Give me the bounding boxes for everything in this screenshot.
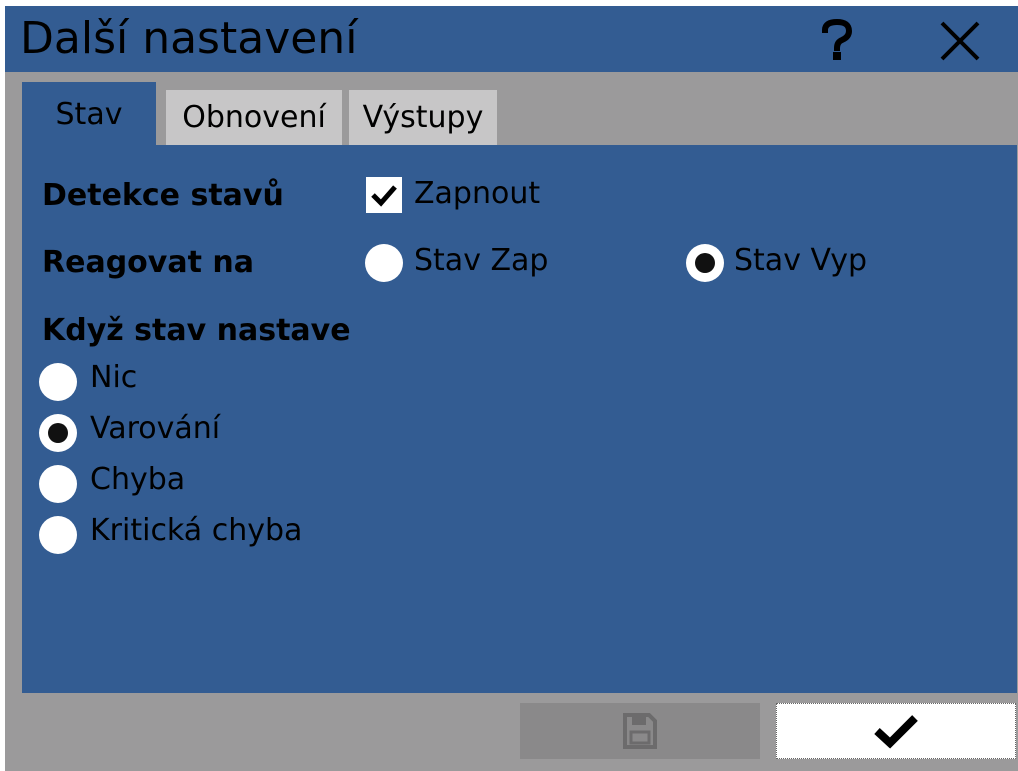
radio-error[interactable] [39,465,77,503]
close-button[interactable] [935,16,985,66]
radio-state-on[interactable] [365,244,403,282]
radio-state-off[interactable] [686,244,724,282]
save-icon [623,713,657,749]
radio-nothing[interactable] [39,363,77,401]
radio-warning[interactable] [39,414,77,452]
save-button[interactable] [520,703,760,759]
settings-dialog: Další nastavení Stav Obnovení Výstupy De… [5,6,1018,771]
enable-checkbox-label[interactable]: Zapnout [414,176,540,212]
when-state-label: Když stav nastave [42,313,351,348]
radio-critical-error-label[interactable]: Kritická chyba [90,513,302,549]
radio-critical-error[interactable] [39,516,77,554]
radio-warning-label[interactable]: Varování [90,411,220,447]
tab-obnoveni[interactable]: Obnovení [166,90,342,145]
enable-checkbox[interactable] [366,177,402,213]
tab-vystupy[interactable]: Výstupy [349,90,497,145]
react-on-label: Reagovat na [42,245,254,280]
radio-error-label[interactable]: Chyba [90,462,185,498]
radio-selected-dot [695,253,715,273]
radio-nothing-label[interactable]: Nic [90,360,137,396]
close-icon [940,21,980,61]
checkmark-icon [371,185,397,207]
radio-state-on-label[interactable]: Stav Zap [414,243,548,279]
tab-stav[interactable]: Stav [22,82,156,146]
dialog-title: Další nastavení [20,13,358,64]
radio-state-off-label[interactable]: Stav Vyp [734,243,867,279]
radio-selected-dot [48,423,68,443]
tab-panel-stav: Detekce stavů Zapnout Reagovat na Stav Z… [22,145,1017,693]
question-icon [821,18,853,60]
checkmark-icon [874,715,918,749]
confirm-button[interactable] [776,703,1016,759]
title-bar: Další nastavení [5,6,1018,72]
state-detection-label: Detekce stavů [42,178,284,213]
help-button[interactable] [813,16,861,64]
